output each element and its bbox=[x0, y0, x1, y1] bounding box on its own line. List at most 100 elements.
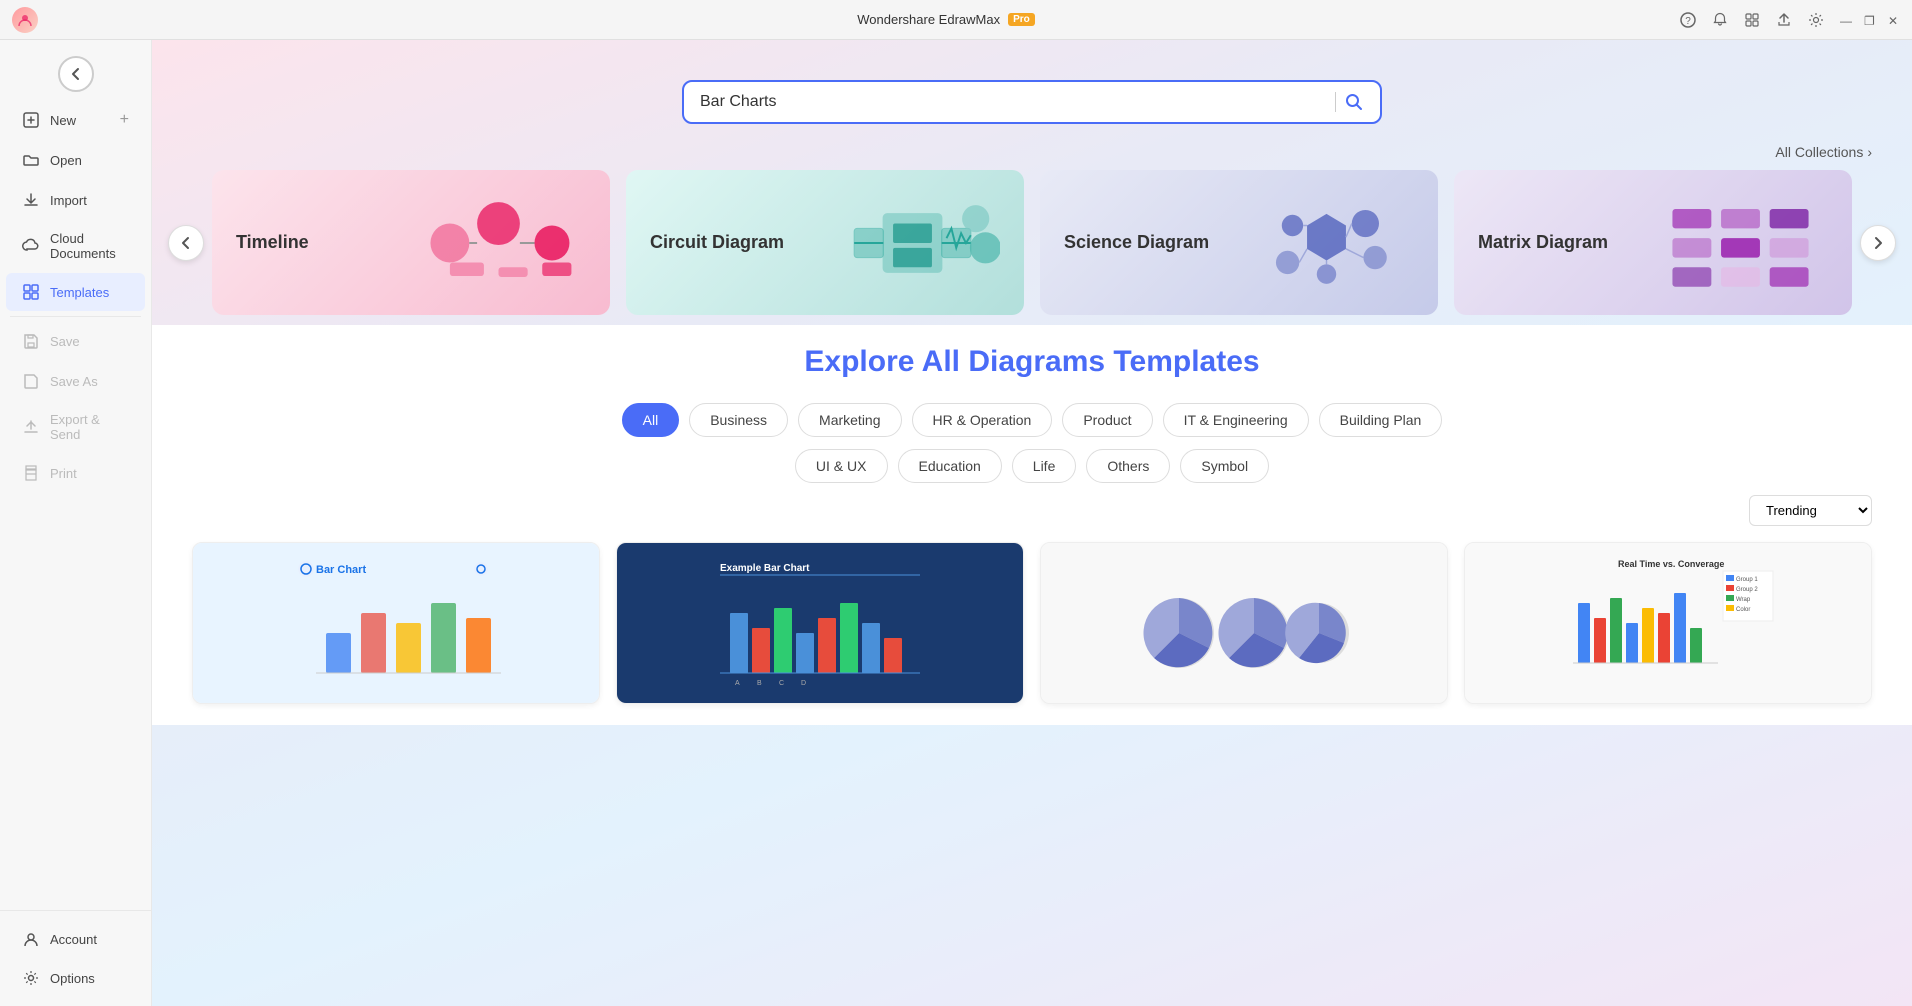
search-area bbox=[152, 40, 1912, 144]
svg-text:Color: Color bbox=[1736, 607, 1750, 613]
search-input[interactable] bbox=[700, 93, 1327, 111]
sidebar: New + Open Import Cloud Documents bbox=[0, 40, 152, 1006]
sort-select[interactable]: Trending Newest Most Popular bbox=[1749, 495, 1872, 526]
carousel-card-matrix[interactable]: Matrix Diagram bbox=[1454, 170, 1852, 315]
sidebar-export-label: Export & Send bbox=[50, 412, 129, 442]
save-icon bbox=[22, 332, 40, 350]
filter-hr[interactable]: HR & Operation bbox=[912, 403, 1053, 437]
main-container: New + Open Import Cloud Documents bbox=[0, 40, 1912, 1006]
sidebar-item-templates[interactable]: Templates bbox=[6, 273, 145, 311]
sidebar-item-open[interactable]: Open bbox=[6, 141, 145, 179]
sidebar-print-label: Print bbox=[50, 466, 77, 481]
svg-text:B: B bbox=[757, 680, 762, 687]
sidebar-templates-label: Templates bbox=[50, 285, 109, 300]
maximize-button[interactable]: ❐ bbox=[1864, 14, 1876, 26]
filter-business[interactable]: Business bbox=[689, 403, 788, 437]
template-img-1: Bar Chart bbox=[193, 543, 599, 703]
svg-text:Real Time vs. Converage: Real Time vs. Converage bbox=[1618, 559, 1724, 569]
settings-icon[interactable] bbox=[1808, 12, 1824, 28]
sidebar-saveas-label: Save As bbox=[50, 374, 98, 389]
sidebar-options-label: Options bbox=[50, 971, 95, 986]
filter-building[interactable]: Building Plan bbox=[1319, 403, 1443, 437]
sidebar-item-save: Save bbox=[6, 322, 145, 360]
filter-education[interactable]: Education bbox=[898, 449, 1002, 483]
carousel-card-title-circuit: Circuit Diagram bbox=[650, 231, 784, 254]
svg-text:Bar Chart: Bar Chart bbox=[316, 564, 366, 576]
svg-text:Group 2: Group 2 bbox=[1736, 587, 1758, 593]
carousel-card-visual-timeline bbox=[411, 188, 586, 298]
template-img-3 bbox=[1041, 543, 1447, 703]
sidebar-item-cloud[interactable]: Cloud Documents bbox=[6, 221, 145, 271]
filter-it[interactable]: IT & Engineering bbox=[1163, 403, 1309, 437]
carousel-card-title-matrix: Matrix Diagram bbox=[1478, 231, 1608, 254]
window-controls: — ❐ ✕ bbox=[1840, 14, 1900, 26]
carousel-next-button[interactable] bbox=[1860, 225, 1896, 261]
sidebar-item-import[interactable]: Import bbox=[6, 181, 145, 219]
svg-text:Example Bar Chart: Example Bar Chart bbox=[720, 563, 810, 574]
pro-badge: Pro bbox=[1008, 13, 1035, 26]
sidebar-open-label: Open bbox=[50, 153, 82, 168]
svg-text:?: ? bbox=[1685, 16, 1691, 27]
help-icon[interactable]: ? bbox=[1680, 12, 1696, 28]
svg-text:Group 1: Group 1 bbox=[1736, 577, 1758, 583]
filter-others[interactable]: Others bbox=[1086, 449, 1170, 483]
print-icon bbox=[22, 464, 40, 482]
new-plus-icon: + bbox=[120, 111, 129, 129]
svg-text:D: D bbox=[801, 680, 806, 687]
sidebar-item-saveas: Save As bbox=[6, 362, 145, 400]
svg-text:A: A bbox=[735, 680, 740, 687]
all-collections-link[interactable]: All Collections › bbox=[1775, 144, 1872, 160]
titlebar-right: ? — ❐ ✕ bbox=[1680, 12, 1900, 28]
sidebar-item-new[interactable]: New + bbox=[6, 101, 145, 139]
sort-row: Trending Newest Most Popular bbox=[192, 495, 1872, 526]
sidebar-save-label: Save bbox=[50, 334, 80, 349]
filter-row-2: UI & UX Education Life Others Symbol bbox=[192, 449, 1872, 483]
user-avatar[interactable] bbox=[12, 7, 38, 33]
options-icon bbox=[22, 969, 40, 987]
filter-marketing[interactable]: Marketing bbox=[798, 403, 901, 437]
sidebar-item-account[interactable]: Account bbox=[6, 920, 145, 958]
carousel-card-title-science: Science Diagram bbox=[1064, 231, 1209, 254]
carousel-card-visual-circuit bbox=[825, 188, 1000, 298]
svg-text:Wrap: Wrap bbox=[1736, 597, 1751, 603]
open-icon bbox=[22, 151, 40, 169]
sidebar-item-options[interactable]: Options bbox=[6, 959, 145, 997]
saveas-icon bbox=[22, 372, 40, 390]
filter-symbol[interactable]: Symbol bbox=[1180, 449, 1269, 483]
cloud-icon bbox=[22, 237, 40, 255]
svg-text:C: C bbox=[779, 680, 784, 687]
export-icon bbox=[22, 418, 40, 436]
template-card-3[interactable] bbox=[1040, 542, 1448, 704]
sidebar-divider-1 bbox=[10, 316, 141, 317]
filter-row-1: All Business Marketing HR & Operation Pr… bbox=[192, 403, 1872, 437]
carousel-track: Timeline bbox=[212, 170, 1852, 315]
carousel-card-circuit[interactable]: Circuit Diagram bbox=[626, 170, 1024, 315]
collections-arrow: › bbox=[1867, 144, 1872, 160]
sidebar-bottom: Account Options bbox=[0, 910, 151, 998]
template-card-1[interactable]: Bar Chart bbox=[192, 542, 600, 704]
explore-highlight: All Diagrams Templates bbox=[922, 345, 1260, 378]
content-area: All Collections › Timeline bbox=[152, 40, 1912, 1006]
filter-all[interactable]: All bbox=[622, 403, 680, 437]
carousel-card-science[interactable]: Science Diagram bbox=[1040, 170, 1438, 315]
sidebar-item-export: Export & Send bbox=[6, 402, 145, 452]
template-card-2[interactable]: Example Bar Chart bbox=[616, 542, 1024, 704]
share-icon[interactable] bbox=[1776, 12, 1792, 28]
filter-life[interactable]: Life bbox=[1012, 449, 1077, 483]
template-card-4[interactable]: Real Time vs. Converage Group 1 Group 2 … bbox=[1464, 542, 1872, 704]
notification-icon[interactable] bbox=[1712, 12, 1728, 28]
tools-icon[interactable] bbox=[1744, 12, 1760, 28]
filter-product[interactable]: Product bbox=[1062, 403, 1152, 437]
all-collections-label: All Collections bbox=[1775, 144, 1863, 160]
search-button[interactable] bbox=[1344, 92, 1364, 112]
carousel-prev-button[interactable] bbox=[168, 225, 204, 261]
filter-ui[interactable]: UI & UX bbox=[795, 449, 888, 483]
carousel-card-timeline[interactable]: Timeline bbox=[212, 170, 610, 315]
collections-row: All Collections › bbox=[152, 144, 1912, 170]
close-button[interactable]: ✕ bbox=[1888, 14, 1900, 26]
minimize-button[interactable]: — bbox=[1840, 14, 1852, 26]
explore-title: Explore All Diagrams Templates bbox=[192, 345, 1872, 379]
explore-section: Explore All Diagrams Templates All Busin… bbox=[152, 325, 1912, 725]
back-button[interactable] bbox=[58, 56, 94, 92]
search-divider bbox=[1335, 92, 1336, 112]
